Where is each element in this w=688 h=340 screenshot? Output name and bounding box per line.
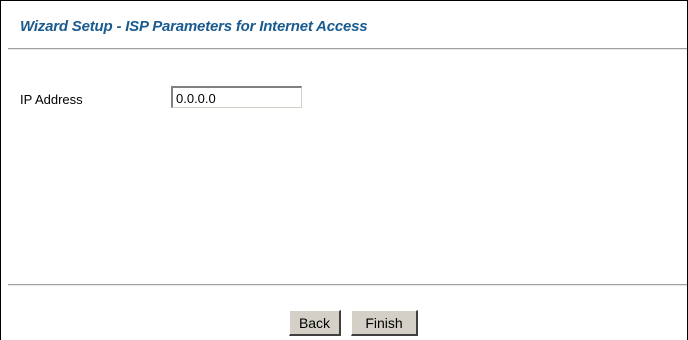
ip-address-input[interactable] xyxy=(171,86,302,108)
footer-divider xyxy=(8,284,687,286)
title-divider xyxy=(8,48,687,50)
finish-button[interactable]: Finish xyxy=(351,310,418,336)
page-title: Wizard Setup - ISP Parameters for Intern… xyxy=(20,18,368,35)
wizard-panel: Wizard Setup - ISP Parameters for Intern… xyxy=(0,0,688,340)
ip-address-label: IP Address xyxy=(20,92,83,107)
back-button[interactable]: Back xyxy=(289,310,341,336)
